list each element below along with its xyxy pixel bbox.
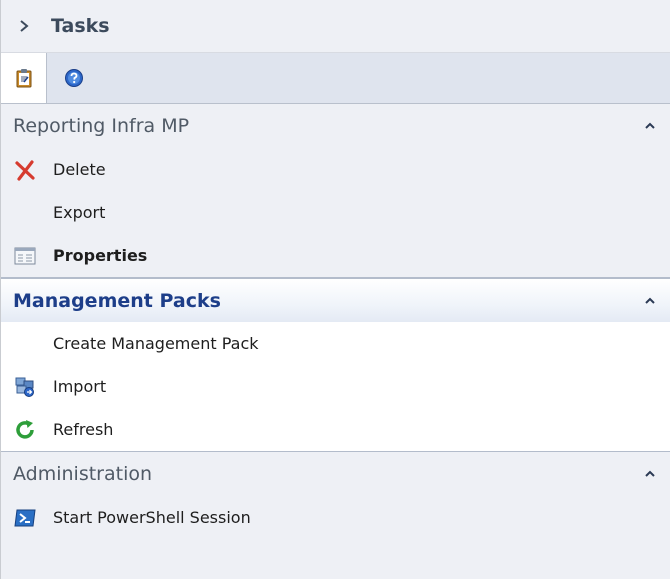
tasks-header[interactable]: Tasks xyxy=(1,0,670,53)
task-delete[interactable]: Delete xyxy=(1,148,670,191)
chevron-up-icon[interactable] xyxy=(644,121,656,131)
tab-tasks[interactable] xyxy=(1,53,47,103)
task-label: Refresh xyxy=(53,420,114,439)
chevron-up-icon[interactable] xyxy=(644,296,656,306)
section-header-management-packs[interactable]: Management Packs xyxy=(1,278,670,322)
chevron-right-icon[interactable] xyxy=(17,19,31,33)
section-title: Reporting Infra MP xyxy=(13,115,190,137)
import-icon xyxy=(11,375,39,399)
task-create-management-pack[interactable]: Create Management Pack xyxy=(1,322,670,365)
section-title: Management Packs xyxy=(13,289,221,312)
powershell-icon xyxy=(11,506,39,530)
properties-icon xyxy=(11,244,39,268)
task-refresh[interactable]: Refresh xyxy=(1,408,670,451)
refresh-icon xyxy=(11,418,39,442)
task-label: Create Management Pack xyxy=(53,334,259,353)
tab-help[interactable] xyxy=(47,53,101,103)
task-import[interactable]: Import xyxy=(1,365,670,408)
task-label: Delete xyxy=(53,160,106,179)
task-label: Export xyxy=(53,203,106,222)
tasks-title: Tasks xyxy=(51,15,110,37)
task-start-powershell[interactable]: Start PowerShell Session xyxy=(1,496,670,539)
task-export[interactable]: Export xyxy=(1,191,670,234)
tab-strip xyxy=(1,53,670,104)
section-header-reporting[interactable]: Reporting Infra MP xyxy=(1,104,670,148)
section-management-packs: Management Packs Create Management Pack xyxy=(1,277,670,451)
tasks-pane: Tasks Reporting Infra MP Delete Export P… xyxy=(0,0,670,579)
section-administration: Administration Start PowerShell Session xyxy=(1,451,670,539)
delete-x-icon xyxy=(11,158,39,182)
section-reporting-infra-mp: Reporting Infra MP Delete Export Propert… xyxy=(1,104,670,277)
section-header-administration[interactable]: Administration xyxy=(1,452,670,496)
clipboard-icon xyxy=(16,69,31,88)
task-properties[interactable]: Properties xyxy=(1,234,670,277)
task-label: Import xyxy=(53,377,107,396)
help-icon xyxy=(65,69,83,87)
section-title: Administration xyxy=(13,463,153,485)
task-label: Properties xyxy=(53,246,148,265)
task-label: Start PowerShell Session xyxy=(53,508,251,527)
chevron-up-icon[interactable] xyxy=(644,469,656,479)
